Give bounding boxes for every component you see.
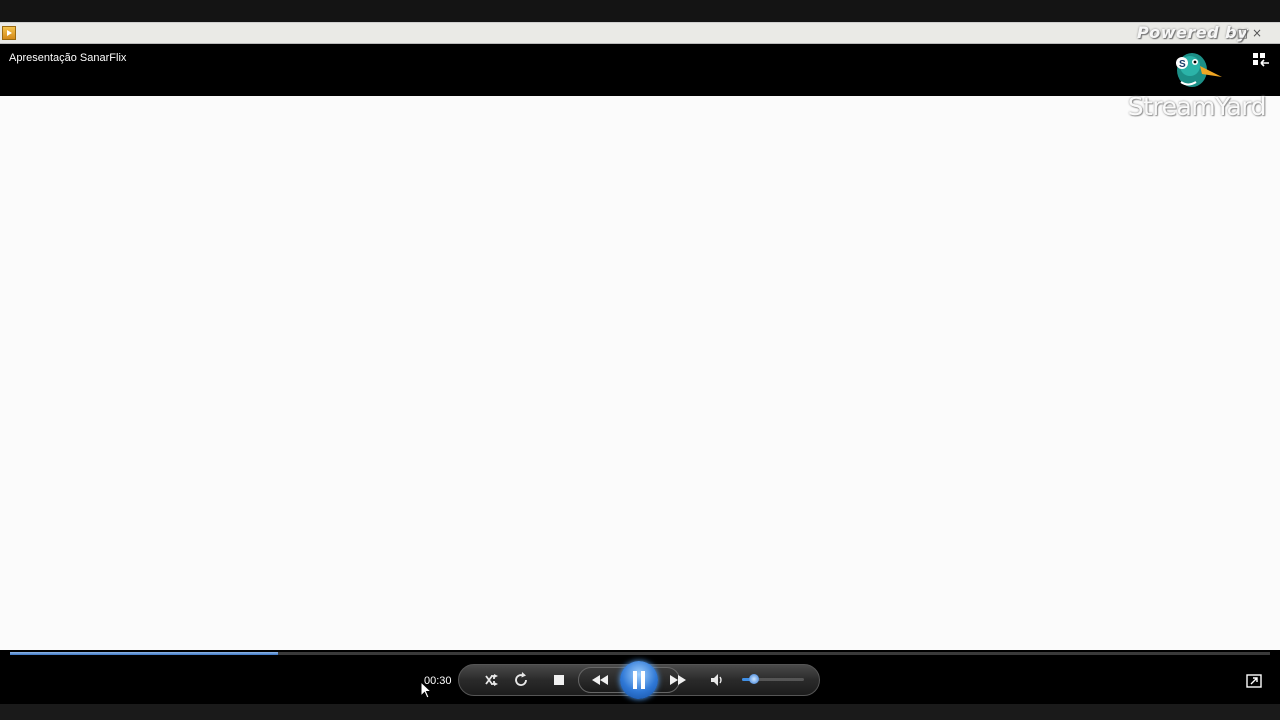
fullscreen-icon[interactable] <box>1246 673 1262 688</box>
player-header: Apresentação SanarFlix <box>0 44 1280 96</box>
seek-bar-progress <box>10 652 279 655</box>
pause-button[interactable] <box>620 661 658 699</box>
media-player-app-icon[interactable] <box>2 26 16 40</box>
streamyard-duck-logo: S <box>1172 50 1224 90</box>
volume-icon[interactable] <box>704 668 728 692</box>
window-controls[interactable]: - □ × <box>1229 25 1262 41</box>
stop-icon[interactable] <box>547 668 571 692</box>
video-canvas[interactable] <box>0 96 1280 650</box>
media-title: Apresentação SanarFlix <box>9 52 127 64</box>
top-strip <box>0 0 1280 22</box>
next-icon[interactable] <box>666 668 690 692</box>
window-titlebar[interactable]: Powered by - □ × <box>0 22 1280 44</box>
bottom-strip <box>0 704 1280 720</box>
mouse-cursor <box>420 680 433 699</box>
shuffle-icon[interactable] <box>480 668 504 692</box>
svg-text:S: S <box>1179 59 1186 70</box>
previous-icon[interactable] <box>588 668 612 692</box>
switch-to-library-icon[interactable] <box>1252 52 1270 68</box>
repeat-icon[interactable] <box>509 668 533 692</box>
streamyard-watermark: StreamYard <box>1127 92 1267 121</box>
seek-bar[interactable] <box>10 652 1270 655</box>
volume-slider[interactable] <box>742 674 804 684</box>
pause-icon <box>633 671 645 689</box>
